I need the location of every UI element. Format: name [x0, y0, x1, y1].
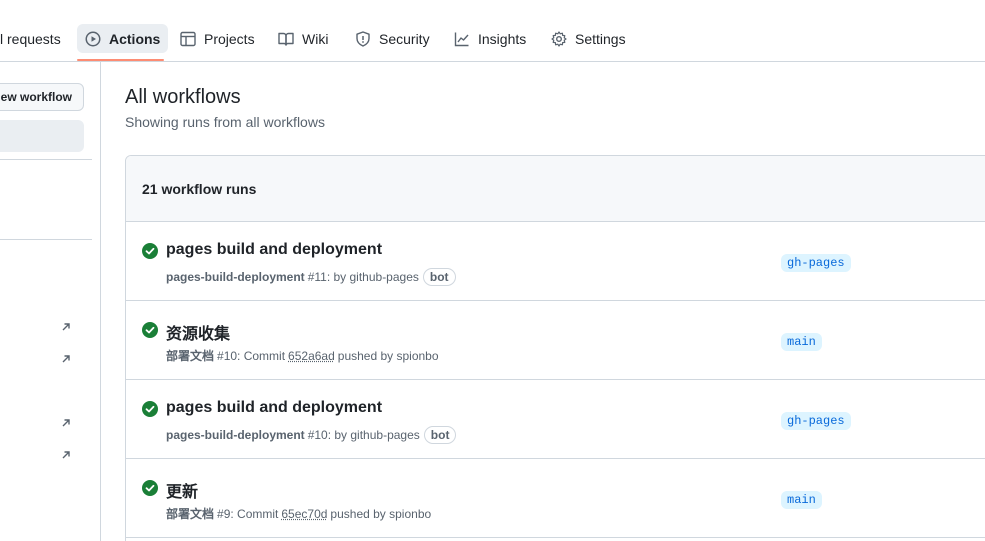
success-check-icon: [142, 401, 158, 417]
tab-label: Security: [379, 31, 430, 47]
graph-icon: [454, 31, 470, 47]
bot-badge: bot: [423, 268, 456, 286]
run-meta: 部署文档 #9: Commit 65ec70d pushed by spionb…: [166, 505, 431, 522]
commit-sha-link[interactable]: 652a6ad: [288, 349, 335, 363]
runs-count: 21 workflow runs: [126, 156, 985, 222]
external-link-icon[interactable]: [60, 321, 74, 335]
tab-security[interactable]: Security: [347, 24, 438, 53]
run-meta: 部署文档 #10: Commit 652a6ad pushed by spion…: [166, 347, 439, 364]
run-title-link[interactable]: pages build and deployment: [166, 241, 382, 259]
external-link-icon[interactable]: [60, 353, 74, 367]
play-icon: [85, 31, 101, 47]
tab-label: Settings: [575, 31, 626, 47]
branch-label[interactable]: main: [781, 333, 822, 351]
run-detail: #9: Commit: [217, 507, 278, 521]
shield-icon: [355, 31, 371, 47]
table-row[interactable]: pages build and deployment pages-build-d…: [126, 222, 985, 301]
success-check-icon: [142, 243, 158, 259]
run-detail: #10: Commit: [217, 349, 285, 363]
success-check-icon: [142, 322, 158, 338]
external-link-icon[interactable]: [60, 417, 74, 431]
run-pusher: pushed by spionbo: [330, 507, 431, 521]
sidebar-divider: [0, 239, 92, 240]
run-workflow-name: 部署文档: [166, 505, 214, 522]
run-title-link[interactable]: pages build and deployment: [166, 399, 382, 417]
repo-tab-nav: l requests Actions Projects Wiki Securit…: [0, 0, 985, 62]
book-icon: [278, 31, 294, 47]
run-workflow-name: 部署文档: [166, 347, 214, 364]
active-tab-indicator: [77, 59, 164, 61]
tab-projects[interactable]: Projects: [172, 24, 263, 53]
run-pusher: pushed by spionbo: [338, 349, 439, 363]
run-meta: pages-build-deployment #10: by github-pa…: [166, 426, 456, 444]
sidebar-item-all-workflows[interactable]: [0, 120, 84, 152]
workflow-sidebar: New workflow: [0, 62, 101, 541]
tab-actions[interactable]: Actions: [77, 24, 168, 53]
page-title: All workflows: [125, 86, 241, 109]
tab-label: l requests: [0, 31, 61, 47]
run-detail: #11: by github-pages: [308, 270, 419, 284]
commit-sha-link[interactable]: 65ec70d: [281, 507, 327, 521]
table-icon: [180, 31, 196, 47]
tab-label: Insights: [478, 31, 526, 47]
new-workflow-button[interactable]: New workflow: [0, 83, 84, 111]
tab-label: Projects: [204, 31, 255, 47]
success-check-icon: [142, 480, 158, 496]
gear-icon: [551, 31, 567, 47]
page-subtitle: Showing runs from all workflows: [125, 114, 325, 130]
external-link-icon[interactable]: [60, 449, 74, 463]
run-workflow-name: pages-build-deployment: [166, 428, 305, 442]
table-row[interactable]: pages build and deployment pages-build-d…: [126, 380, 985, 459]
tab-wiki[interactable]: Wiki: [270, 24, 336, 53]
tab-pull-requests[interactable]: l requests: [0, 24, 69, 53]
table-row[interactable]: 资源收集 部署文档 #10: Commit 652a6ad pushed by …: [126, 301, 985, 380]
run-workflow-name: pages-build-deployment: [166, 270, 305, 284]
run-detail: #10: by github-pages: [308, 428, 420, 442]
run-title-link[interactable]: 资源收集: [166, 320, 230, 344]
run-title-link[interactable]: 更新: [166, 478, 198, 502]
branch-label[interactable]: gh-pages: [781, 412, 851, 430]
tab-insights[interactable]: Insights: [446, 24, 534, 53]
branch-label[interactable]: gh-pages: [781, 254, 851, 272]
sidebar-divider: [0, 159, 92, 160]
tab-label: Wiki: [302, 31, 328, 47]
workflow-runs-list: 21 workflow runs pages build and deploym…: [125, 155, 985, 541]
table-row[interactable]: 更新 部署文档 #9: Commit 65ec70d pushed by spi…: [126, 459, 985, 538]
run-meta: pages-build-deployment #11: by github-pa…: [166, 268, 456, 286]
tab-settings[interactable]: Settings: [543, 24, 634, 53]
bot-badge: bot: [424, 426, 457, 444]
branch-label[interactable]: main: [781, 491, 822, 509]
tab-label: Actions: [109, 31, 160, 47]
